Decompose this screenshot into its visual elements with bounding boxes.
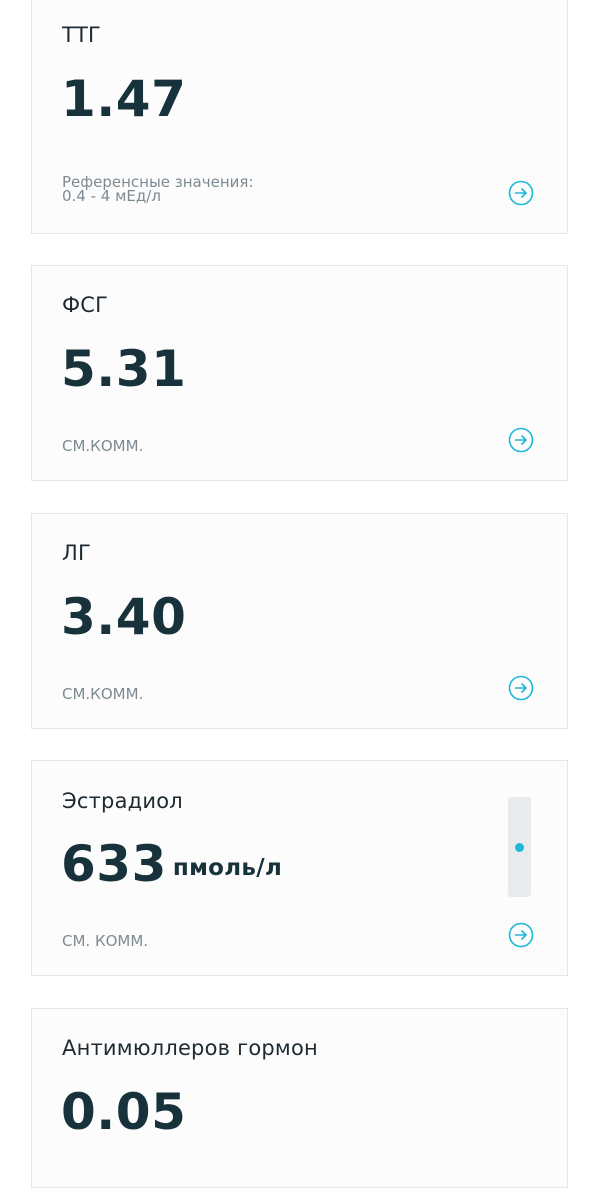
result-card-estradiol[interactable]: Эстрадиол 633 пмоль/л СМ. КОММ. xyxy=(31,760,568,976)
value-unit: пмоль/л xyxy=(172,855,283,881)
result-card-ttg[interactable]: ТТГ 1.47 Референсные значения: 0.4 - 4 м… xyxy=(31,0,568,234)
card-value: 1.47 xyxy=(61,74,186,124)
range-indicator-dot xyxy=(515,843,524,852)
arrow-right-circle-icon[interactable] xyxy=(508,180,534,206)
result-card-amh[interactable]: Антимюллеров гормон 0.05 xyxy=(31,1008,568,1188)
card-title: Антимюллеров гормон xyxy=(62,1036,318,1060)
reference-values: Референсные значения: 0.4 - 4 мЕд/л xyxy=(62,175,253,205)
card-title: ТТГ xyxy=(62,23,102,47)
card-title: ФСГ xyxy=(62,293,109,317)
result-card-fsh[interactable]: ФСГ 5.31 СМ.КОММ. xyxy=(31,265,568,481)
reference-range: 0.4 - 4 мЕд/л xyxy=(62,187,161,205)
value-number: 633 xyxy=(61,835,167,893)
arrow-right-circle-icon[interactable] xyxy=(508,922,534,948)
card-value: 5.31 xyxy=(61,344,186,394)
value-number: 5.31 xyxy=(61,340,187,398)
comment-note: СМ. КОММ. xyxy=(62,932,149,950)
card-value: 633 пмоль/л xyxy=(61,839,282,889)
comment-note: СМ.КОММ. xyxy=(62,437,144,455)
card-value: 0.05 xyxy=(61,1087,186,1137)
arrow-right-circle-icon[interactable] xyxy=(508,427,534,453)
result-card-lh[interactable]: ЛГ 3.40 СМ.КОММ. xyxy=(31,513,568,729)
comment-note: СМ.КОММ. xyxy=(62,685,144,703)
card-title: Эстрадиол xyxy=(62,789,183,813)
arrow-right-circle-icon[interactable] xyxy=(508,675,534,701)
value-number: 1.47 xyxy=(61,70,187,128)
card-value: 3.40 xyxy=(61,592,186,642)
card-title: ЛГ xyxy=(62,541,91,565)
value-number: 0.05 xyxy=(61,1083,187,1141)
value-number: 3.40 xyxy=(61,588,187,646)
reference-range-indicator xyxy=(508,797,531,897)
